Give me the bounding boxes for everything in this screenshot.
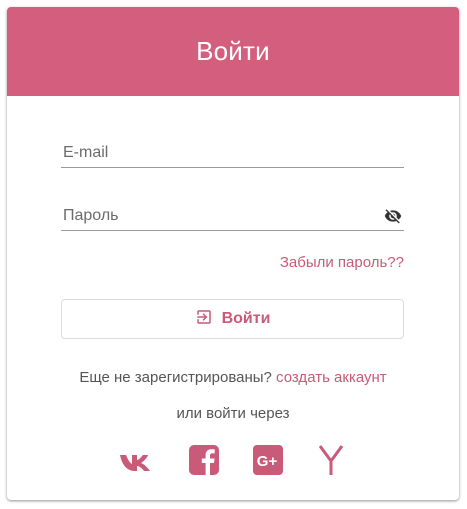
login-button[interactable]: Войти [61,299,404,339]
svg-text:G+: G+ [257,453,278,470]
login-card: Войти Забыли пароль?? Войти Еще не зарег… [7,7,459,500]
page-title: Войти [196,36,270,66]
login-button-label: Войти [221,310,271,327]
register-prompt-text: Еще не зарегистрированы? [79,369,272,386]
vk-icon[interactable] [118,443,152,477]
google-plus-icon[interactable]: G+ [251,443,285,477]
password-field[interactable] [61,201,404,230]
social-caption: или войти через [176,405,290,422]
email-field[interactable] [61,138,404,167]
yandex-icon[interactable] [314,443,348,477]
register-prompt: Еще не зарегистрированы? создать аккаунт [7,369,459,386]
password-field-wrapper [61,201,404,231]
login-header: Войти [7,7,459,96]
login-icon [195,308,213,331]
email-field-wrapper [61,138,404,168]
facebook-icon[interactable] [187,443,221,477]
visibility-off-icon[interactable] [384,207,402,225]
create-account-link[interactable]: создать аккаунт [276,369,387,386]
forgot-password-link[interactable]: Забыли пароль?? [280,254,404,271]
